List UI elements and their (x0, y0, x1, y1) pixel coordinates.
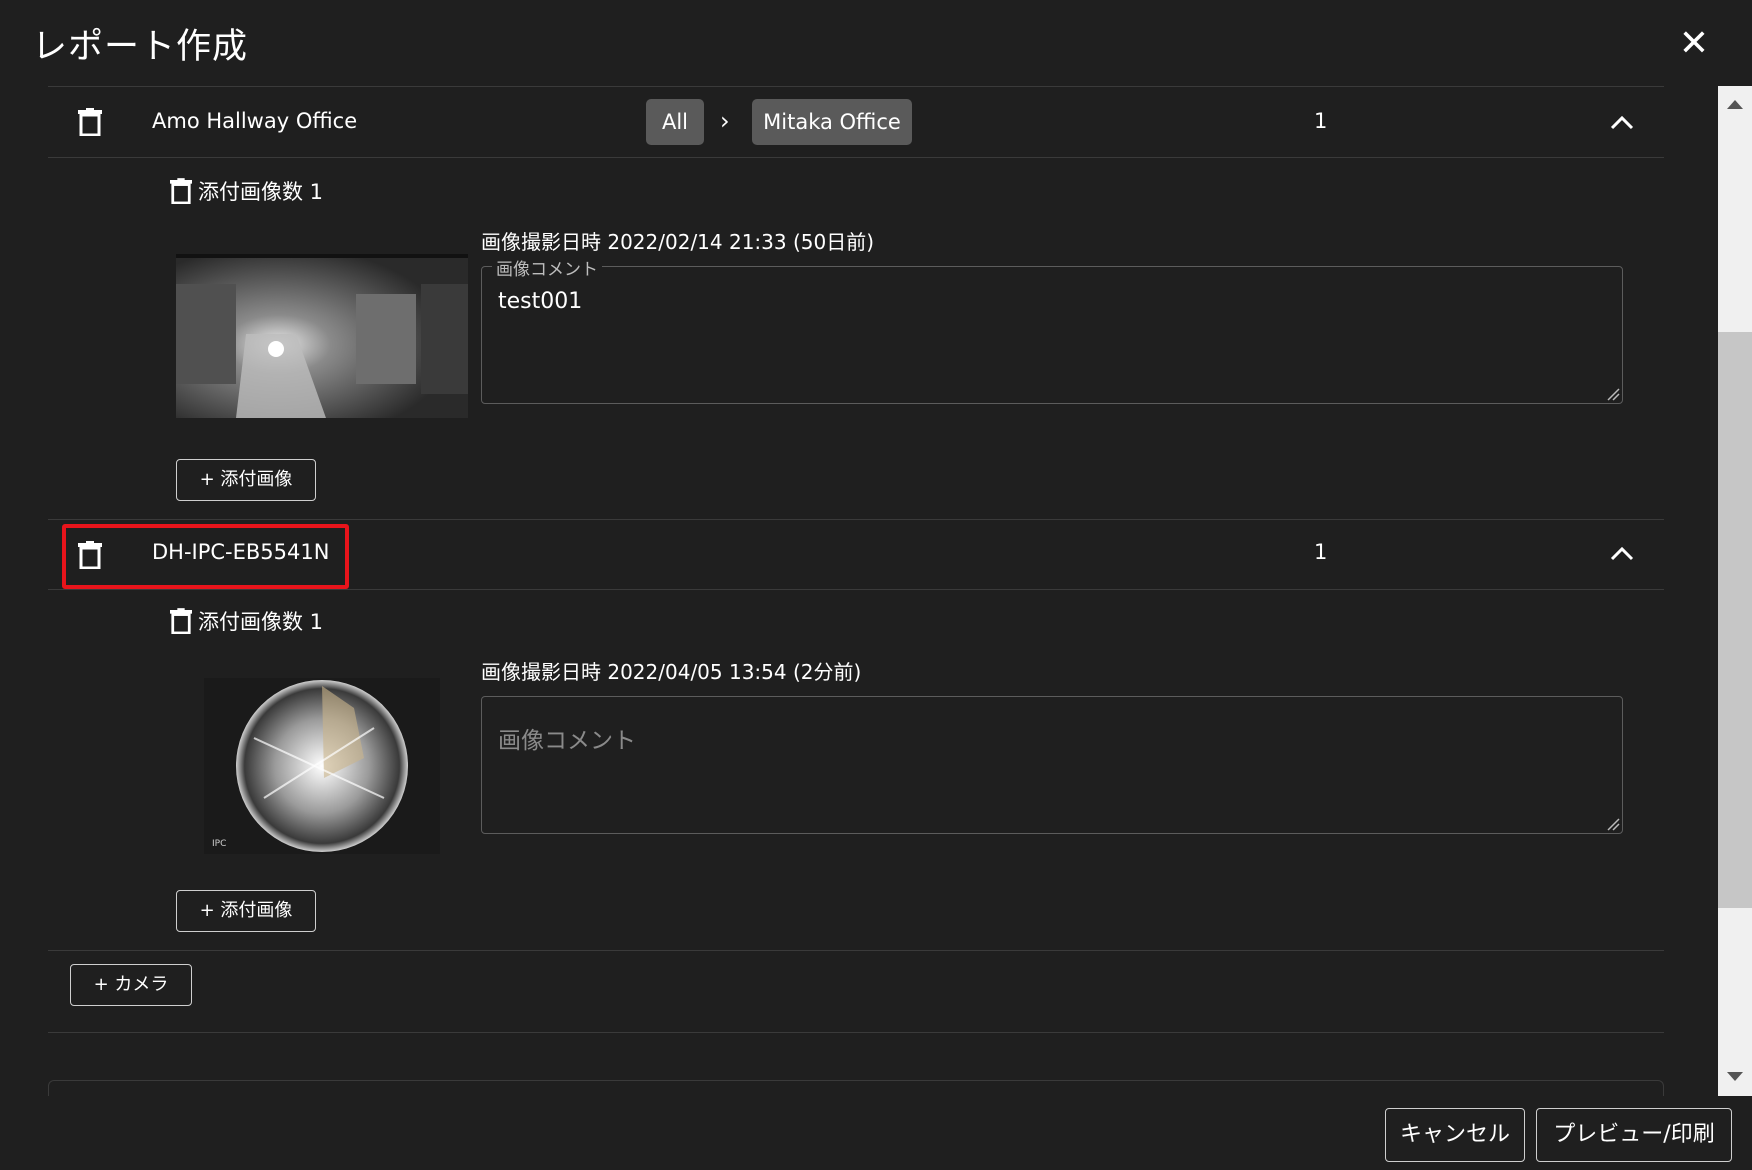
attached-images-count: 添付画像数 1 (170, 176, 323, 206)
camera-name: Amo Hallway Office (152, 109, 358, 133)
divider (48, 950, 1664, 951)
add-image-button[interactable]: + 添付画像 (176, 890, 316, 932)
resize-handle-icon[interactable] (1606, 387, 1620, 401)
add-camera-button[interactable]: + カメラ (70, 964, 192, 1006)
attached-images-count: 添付画像数 1 (170, 606, 323, 636)
captured-image-thumbnail[interactable] (176, 254, 468, 418)
image-comment-textarea[interactable]: 画像コメント test001 (481, 255, 1623, 404)
scroll-down-arrow-icon[interactable] (1727, 1072, 1743, 1081)
highlight-box (62, 524, 349, 589)
image-count: 1 (1314, 540, 1328, 564)
dialog-header: レポート作成 ✕ (0, 0, 1752, 86)
scrollbar-thumb[interactable] (1718, 332, 1752, 908)
breadcrumb-mitaka-office[interactable]: Mitaka Office (752, 99, 912, 145)
trash-icon[interactable] (78, 108, 102, 136)
trash-icon[interactable] (170, 178, 192, 204)
thumbnail-watermark: IPC (212, 839, 226, 849)
resize-handle-icon[interactable] (1606, 817, 1620, 831)
image-comment-placeholder: 画像コメント (498, 728, 636, 754)
vertical-scrollbar[interactable] (1718, 86, 1752, 1096)
shot-datetime: 画像撮影日時 2022/02/14 21:33 (50日前) (481, 230, 875, 254)
image-comment-textarea[interactable]: 画像コメント (481, 696, 1623, 834)
shot-datetime: 画像撮影日時 2022/04/05 13:54 (2分前) (481, 660, 862, 684)
captured-image-thumbnail[interactable]: IPC (204, 678, 440, 854)
breadcrumb-chevron-right-icon: › (720, 107, 730, 135)
next-section-card (48, 1080, 1664, 1096)
trash-icon[interactable] (170, 608, 192, 634)
close-icon[interactable]: ✕ (1672, 22, 1716, 66)
chevron-up-icon[interactable] (1608, 543, 1636, 563)
scroll-up-arrow-icon[interactable] (1727, 100, 1743, 109)
report-content[interactable]: Amo Hallway Office All › Mitaka Office 1… (48, 86, 1664, 1096)
image-count: 1 (1314, 109, 1328, 133)
divider (48, 589, 1664, 590)
image-comment-label: 画像コメント (492, 255, 602, 280)
divider (48, 1032, 1664, 1033)
preview-print-button[interactable]: プレビュー/印刷 (1536, 1108, 1732, 1162)
dialog-title: レポート作成 (32, 27, 249, 67)
image-comment-value: test001 (498, 289, 583, 314)
add-image-button[interactable]: + 添付画像 (176, 459, 316, 501)
cancel-button[interactable]: キャンセル (1385, 1108, 1525, 1162)
camera-row-amo-hallway-office: Amo Hallway Office All › Mitaka Office 1 (48, 87, 1664, 157)
chevron-up-icon[interactable] (1608, 112, 1636, 132)
divider (48, 157, 1664, 158)
breadcrumb-all[interactable]: All (646, 99, 704, 145)
